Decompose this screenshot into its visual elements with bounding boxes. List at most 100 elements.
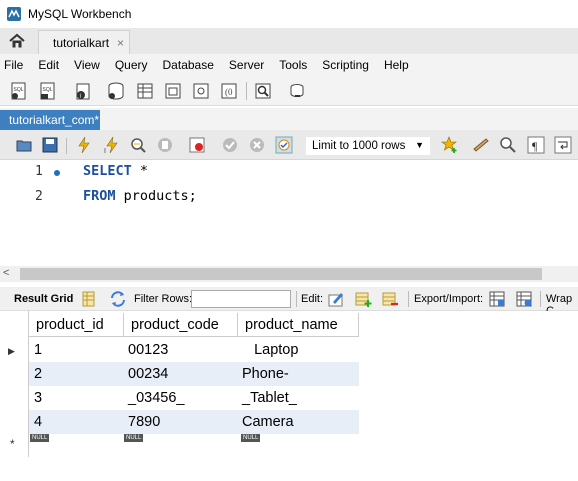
open-sql-script-icon[interactable]: SQL — [38, 81, 58, 101]
menu-file[interactable]: File — [4, 58, 23, 72]
cell-product-name[interactable]: Camera — [237, 410, 359, 434]
menu-tools[interactable]: Tools — [279, 58, 307, 72]
menu-database[interactable]: Database — [163, 58, 214, 72]
find-icon[interactable] — [499, 136, 517, 154]
menu-server[interactable]: Server — [229, 58, 264, 72]
result-toolbar: Result Grid Filter Rows: Edit: Export/Im… — [0, 287, 578, 317]
invisible-chars-icon[interactable]: ¶ — [527, 136, 545, 154]
sql-keyword: FROM — [83, 188, 116, 204]
svg-text:I: I — [104, 148, 106, 154]
svg-text:(0: (0 — [225, 87, 233, 97]
stop-on-error-icon[interactable] — [188, 136, 206, 154]
add-snippet-icon[interactable] — [441, 136, 459, 154]
sql-text: products; — [115, 188, 197, 204]
export-icon[interactable] — [488, 290, 506, 308]
save-icon[interactable] — [41, 136, 59, 154]
sql-text: * — [131, 163, 149, 179]
svg-text:SQL: SQL — [14, 87, 24, 93]
title-bar: MySQL Workbench — [0, 0, 578, 28]
menu-view[interactable]: View — [74, 58, 100, 72]
cell-product-code[interactable]: _03456_ — [123, 386, 237, 410]
execute-icon[interactable] — [75, 136, 93, 154]
editor-tab[interactable]: tutorialkart_com* — [0, 110, 100, 130]
editor-tab-strip: tutorialkart_com* — [0, 108, 578, 130]
grid-view-icon[interactable] — [80, 290, 98, 308]
create-schema-icon[interactable] — [106, 81, 126, 101]
stop-icon[interactable] — [156, 136, 174, 154]
connection-tab[interactable]: tutorialkart × — [38, 30, 130, 54]
toolbar-separator — [540, 291, 541, 307]
new-row-marker: * — [10, 437, 15, 451]
create-table-icon[interactable] — [135, 81, 155, 101]
cell-product-id[interactable]: 1 — [29, 338, 123, 362]
cell-product-id[interactable]: 3 — [29, 386, 123, 410]
explain-icon[interactable] — [129, 136, 147, 154]
limit-rows-select[interactable]: Limit to 1000 rows ▼ — [305, 136, 431, 156]
new-sql-tab-icon[interactable]: SQL — [9, 81, 29, 101]
table-row[interactable]: 2 00234 Phone- — [29, 362, 359, 386]
column-header-product-id[interactable]: product_id — [29, 313, 124, 337]
svg-text:¶: ¶ — [532, 139, 538, 153]
create-function-icon[interactable]: (0 — [219, 81, 239, 101]
table-row[interactable]: 3 _03456_ _Tablet_ — [29, 386, 359, 410]
create-procedure-icon[interactable] — [191, 81, 211, 101]
column-header-product-name[interactable]: product_name — [238, 313, 359, 337]
sql-editor[interactable]: 1 SELECT * 2 FROM products; — [0, 160, 578, 266]
execute-current-icon[interactable]: I — [103, 136, 121, 154]
result-grid: product_id product_code product_name ▶ 1… — [0, 311, 578, 481]
grid-header-row: product_id product_code product_name — [29, 313, 359, 337]
cell-product-code[interactable]: 00234 — [123, 362, 237, 386]
beautify-icon[interactable] — [472, 136, 490, 154]
reconnect-icon[interactable] — [287, 81, 307, 101]
cell-product-id[interactable]: 4 — [29, 410, 123, 434]
close-icon[interactable]: × — [117, 36, 124, 50]
rollback-icon[interactable] — [248, 136, 266, 154]
code-line: FROM products; — [83, 188, 197, 204]
column-header-product-code[interactable]: product_code — [124, 313, 238, 337]
refresh-icon[interactable] — [109, 290, 127, 308]
word-wrap-icon[interactable] — [554, 136, 572, 154]
cell-product-id[interactable]: 2 — [29, 362, 123, 386]
window-title: MySQL Workbench — [28, 7, 132, 21]
scrollbar-thumb[interactable] — [20, 268, 542, 280]
commit-icon[interactable] — [221, 136, 239, 154]
inspector-icon[interactable]: i — [73, 81, 93, 101]
editor-horizontal-scrollbar[interactable]: < — [0, 266, 578, 282]
scroll-left-icon[interactable]: < — [3, 267, 9, 279]
create-view-icon[interactable] — [163, 81, 183, 101]
null-badge[interactable]: NULL — [124, 434, 144, 442]
filter-rows-label: Filter Rows: — [134, 293, 193, 305]
line-number: 2 — [35, 189, 43, 204]
home-icon[interactable] — [8, 32, 26, 50]
row-header-column — [0, 311, 29, 457]
menu-query[interactable]: Query — [115, 58, 148, 72]
cell-product-code[interactable]: 7890 — [123, 410, 237, 434]
main-toolbar: SQL SQL i (0 — [0, 76, 578, 106]
menu-scripting[interactable]: Scripting — [322, 58, 369, 72]
menu-help[interactable]: Help — [384, 58, 409, 72]
statement-marker-icon — [54, 170, 60, 176]
toolbar-separator — [246, 82, 247, 100]
insert-row-icon[interactable] — [354, 290, 372, 308]
cell-product-name[interactable]: Phone- — [237, 362, 359, 386]
null-badge[interactable]: NULL — [241, 434, 261, 442]
null-badge[interactable]: NULL — [30, 434, 50, 442]
autocommit-toggle-icon[interactable] — [275, 136, 293, 154]
edit-row-icon[interactable] — [327, 290, 345, 308]
import-icon[interactable] — [515, 290, 533, 308]
toolbar-separator — [66, 138, 67, 154]
cell-product-name[interactable]: Laptop — [237, 338, 359, 362]
open-file-icon[interactable] — [15, 136, 33, 154]
filter-rows-input[interactable] — [191, 290, 291, 308]
line-number: 1 — [35, 164, 43, 179]
menu-edit[interactable]: Edit — [38, 58, 59, 72]
cell-product-code[interactable]: 00123 — [123, 338, 237, 362]
search-table-data-icon[interactable] — [253, 81, 273, 101]
result-grid-tab[interactable]: Result Grid — [14, 293, 73, 305]
delete-row-icon[interactable] — [381, 290, 399, 308]
toolbar-separator — [408, 291, 409, 307]
table-row[interactable]: 4 7890 Camera — [29, 410, 359, 434]
cell-product-name[interactable]: _Tablet_ — [237, 386, 359, 410]
table-row[interactable]: 1 00123 Laptop — [29, 338, 359, 362]
code-line: SELECT * — [83, 163, 148, 179]
